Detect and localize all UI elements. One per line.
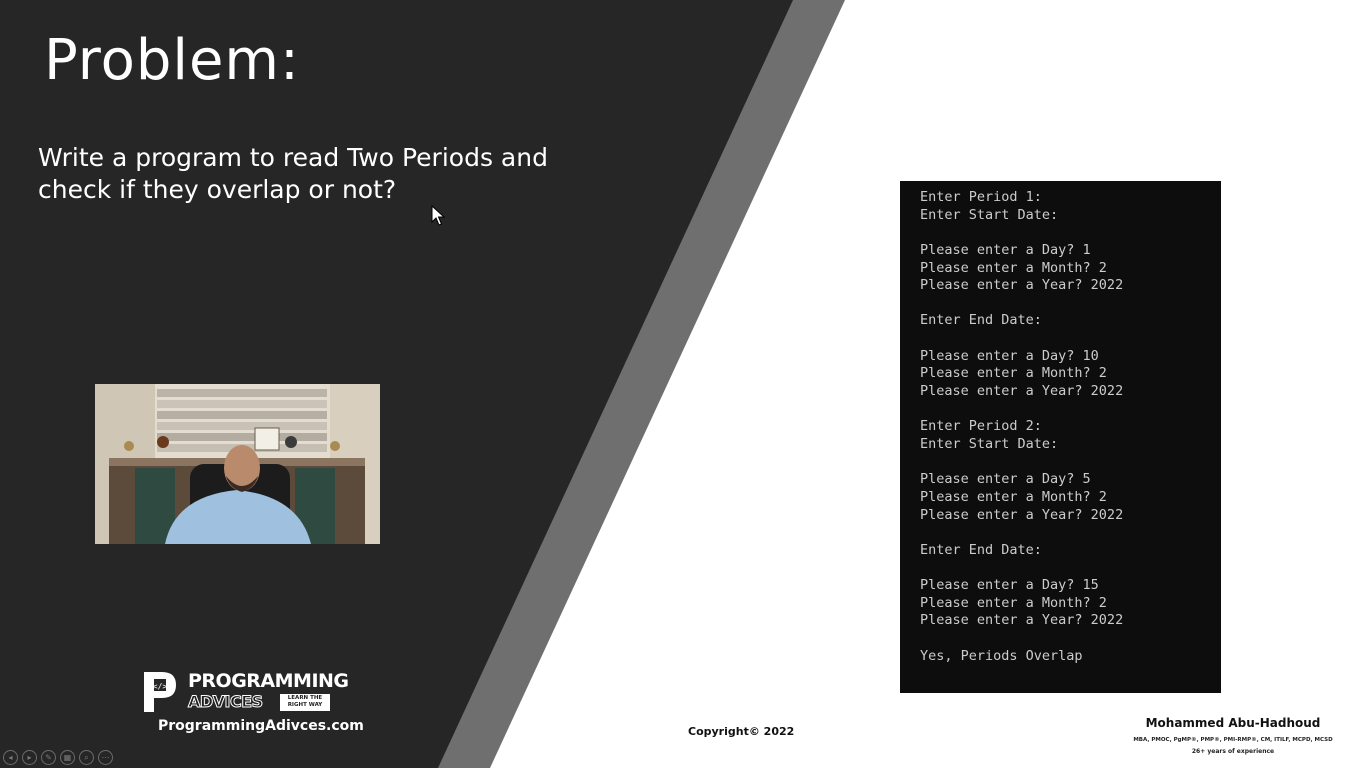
console-line: Please enter a Year? 2022 — [920, 506, 1124, 523]
author-credentials: MBA, PMOC, PgMP®, PMP®, PMI-RMP®, CM, IT… — [1133, 737, 1333, 743]
console-line: Please enter a Month? 2 — [920, 365, 1107, 382]
console-line: Enter Start Date: — [920, 206, 1059, 223]
console-line: Enter Start Date: — [920, 435, 1059, 452]
mouse-pointer-icon — [431, 205, 445, 226]
console-line: Please enter a Month? 2 — [920, 488, 1107, 505]
console-line: Please enter a Day? 10 — [920, 347, 1099, 364]
console-line: Please enter a Day? 1 — [920, 241, 1091, 258]
console-line: Please enter a Month? 2 — [920, 594, 1107, 611]
slide-title: Problem: — [44, 28, 300, 93]
next-icon[interactable]: ▸ — [22, 750, 37, 765]
copyright-notice: Copyright© 2022 — [688, 725, 795, 738]
console-line: Please enter a Year? 2022 — [920, 277, 1124, 294]
problem-statement: Write a program to read Two Periods and … — [38, 142, 638, 206]
logo-website: ProgrammingAdivces.com — [158, 718, 364, 734]
console-line: Please enter a Year? 2022 — [920, 612, 1124, 629]
console-line: Please enter a Day? 15 — [920, 577, 1099, 594]
slides-icon[interactable]: ▦ — [60, 750, 75, 765]
console-line: Enter End Date: — [920, 541, 1042, 558]
logo-word-advices: ADVICES — [188, 692, 264, 712]
previous-icon[interactable]: ◂ — [3, 750, 18, 765]
logo-p-icon: </> — [144, 672, 176, 712]
console-line: Please enter a Year? 2022 — [920, 383, 1124, 400]
logo-tagline: LEARN THE RIGHT WAY — [280, 694, 330, 711]
console-line: Enter Period 1: — [920, 189, 1042, 205]
problem-line-1: Write a program to read Two Periods and — [38, 143, 548, 172]
console-line: Enter Period 2: — [920, 418, 1042, 435]
presenter-video-frame — [95, 384, 380, 544]
pen-icon[interactable]: ✎ — [41, 750, 56, 765]
author-name: Mohammed Abu-Hadhoud — [1145, 716, 1321, 730]
presenter-head — [224, 445, 260, 491]
console-line: Please enter a Month? 2 — [920, 259, 1107, 276]
console-line: Please enter a Day? 5 — [920, 471, 1091, 488]
svg-text:</>: </> — [153, 682, 168, 691]
problem-line-2: check if they overlap or not? — [38, 175, 397, 204]
author-experience: 26+ years of experience — [1191, 748, 1275, 755]
console-line: Yes, Periods Overlap — [920, 647, 1083, 664]
programming-advices-logo: </> PROGRAMMING ADVICES LEARN THE RIGHT … — [140, 670, 364, 740]
console-output: Enter Period 1: Enter Start Date: Please e… — [900, 181, 1221, 665]
presenter-webcam — [95, 384, 380, 544]
more-icon[interactable]: ⋯ — [98, 750, 113, 765]
console-line: Enter End Date: — [920, 312, 1042, 329]
zoom-icon[interactable]: ⌕ — [79, 750, 94, 765]
presentation-controls: ◂ ▸ ✎ ▦ ⌕ ⋯ — [3, 750, 113, 766]
console-output-window: Enter Period 1: Enter Start Date: Please e… — [900, 181, 1221, 693]
logo-word-programming: PROGRAMMING — [188, 670, 349, 692]
